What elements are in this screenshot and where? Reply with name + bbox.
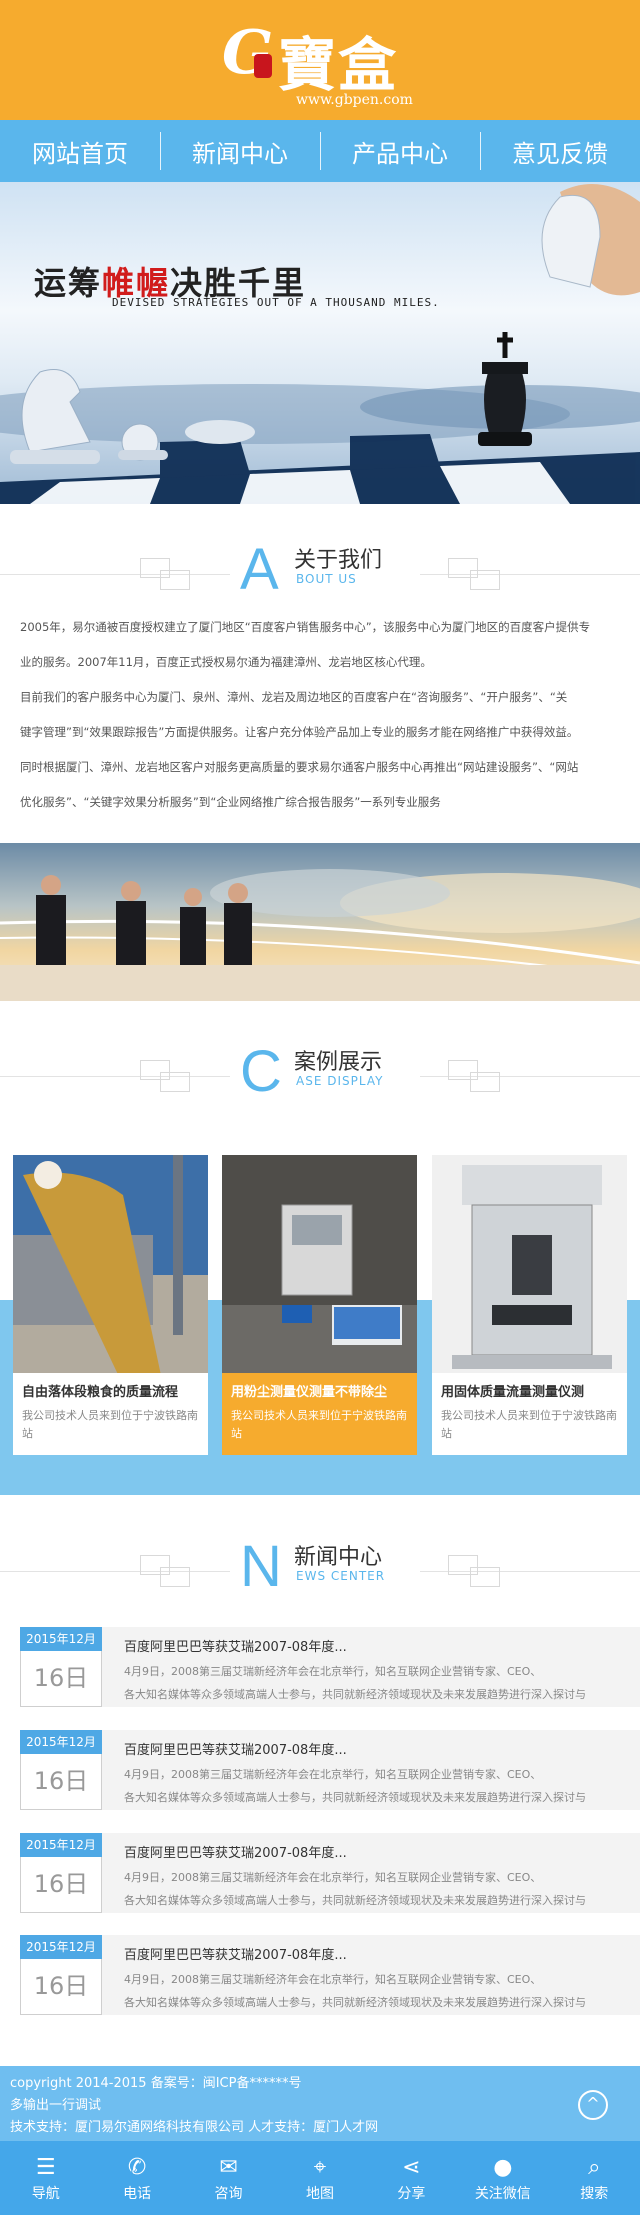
decor-square <box>470 1072 500 1092</box>
case-title: 自由落体段粮食的质量流程 <box>22 1385 179 1400</box>
team-photo <box>0 843 640 1001</box>
chat-icon: ✉ <box>219 2155 238 2180</box>
news-date: 2015年12月 16日 <box>20 1935 102 2015</box>
about-line: 同时根据厦门、漳州、龙岩地区客户对服务更高质量的要求易尔通客户服务中心再推出“网… <box>20 760 579 774</box>
case-desc: 我公司技术人员来到位于宁波铁路南站 <box>231 1409 407 1440</box>
news-item-title[interactable]: 百度阿里巴巴等获艾瑞2007-08年度... <box>124 1636 347 1655</box>
map-icon: ⌖ <box>313 2155 327 2180</box>
news-item-summary: 4月9日，2008第三届艾瑞新经济年会在北京举行，知名互联网企业营销专家、CEO… <box>124 1665 542 1678</box>
about-letter: A <box>240 537 279 602</box>
case-title: 用粉尘测量仪测量不带除尘 <box>231 1385 388 1400</box>
news-item-title[interactable]: 百度阿里巴巴等获艾瑞2007-08年度... <box>124 1944 347 1963</box>
about-line: 键字管理”到“效果跟踪报告”方面提供服务。让客户充分体验产品加上专业的服务才能在… <box>20 725 579 739</box>
decor-square <box>160 1567 190 1587</box>
news-item-summary: 4月9日，2008第三届艾瑞新经济年会在北京举行，知名互联网企业营销专家、CEO… <box>124 1973 542 1986</box>
decor-square <box>470 1567 500 1587</box>
hero-banner[interactable]: 运筹帷幄决胜千里 DEVISED STRATEGIES OUT OF A THO… <box>0 182 640 504</box>
news-date: 2015年12月 16日 <box>20 1833 102 1913</box>
about-text: 2005年，易尔通被百度授权建立了厦门地区“百度客户销售服务中心”，该服务中心为… <box>20 610 625 820</box>
news-item-summary: 各大知名媒体等众多领域高端人士参与，共同就新经济领域现状及未来发展趋势进行深入探… <box>124 1791 586 1804</box>
tab-share[interactable]: ⋖ 分享 <box>366 2141 457 2215</box>
nav-item-news[interactable]: 新闻中心 <box>160 120 320 182</box>
news-item[interactable]: 2015年12月 16日 百度阿里巴巴等获艾瑞2007-08年度... 4月9日… <box>20 1935 640 2015</box>
about-line: 业的服务。2007年11月，百度正式授权易尔通为福建漳州、龙岩地区核心代理。 <box>20 655 432 669</box>
bottom-tabbar: ☰ 导航 ✆ 电话 ✉ 咨询 ⌖ 地图 ⋖ 分享 ● 关注微信 ⌕ 搜索 <box>0 2141 640 2215</box>
wechat-icon: ● <box>493 2155 513 2180</box>
cases-heading: C 案例展示 ASE DISPLAY <box>0 1039 640 1110</box>
tab-map[interactable]: ⌖ 地图 <box>274 2141 365 2215</box>
news-item-summary: 4月9日，2008第三届艾瑞新经济年会在北京举行，知名互联网企业营销专家、CEO… <box>124 1768 542 1781</box>
cases-title: 案例展示 <box>294 1050 383 1075</box>
news-item-summary: 各大知名媒体等众多领域高端人士参与，共同就新经济领域现状及未来发展趋势进行深入探… <box>124 1996 586 2009</box>
footer-support: 技术支持：厦门易尔通网络科技有限公司 人才支持：厦门人才网 <box>10 2120 379 2135</box>
nav-item-products[interactable]: 产品中心 <box>320 120 480 182</box>
logo-text: 寶盒 <box>278 31 399 99</box>
arrow-up-icon[interactable]: ^ <box>578 2090 608 2120</box>
news-title: 新闻中心 <box>294 1545 383 1570</box>
logo-seal-icon <box>254 54 272 78</box>
nav-item-home[interactable]: 网站首页 <box>0 120 160 182</box>
site-header: G 寶盒 www.gbpen.com <box>0 0 640 120</box>
footer-debug-line: 多输出一行调试 <box>10 2098 102 2113</box>
about-title: 关于我们 <box>294 548 383 573</box>
site-footer: copyright 2014-2015 备案号：闽ICP备******号 多输出… <box>0 2066 640 2141</box>
chess-scene-image <box>0 184 640 504</box>
tab-wechat[interactable]: ● 关注微信 <box>457 2141 548 2215</box>
tab-consult[interactable]: ✉ 咨询 <box>183 2141 274 2215</box>
footer-copyright: copyright 2014-2015 备案号：闽ICP备******号 <box>10 2076 302 2091</box>
case-image <box>432 1155 627 1373</box>
about-line: 优化服务”、“关键字效果分析服务”到“企业网络推广综合报告服务”一系列专业服务 <box>20 795 441 809</box>
news-item[interactable]: 2015年12月 16日 百度阿里巴巴等获艾瑞2007-08年度... 4月9日… <box>20 1627 640 1707</box>
cases-subtitle: ASE DISPLAY <box>296 1074 384 1088</box>
search-icon: ⌕ <box>588 2155 601 2180</box>
news-item-title[interactable]: 百度阿里巴巴等获艾瑞2007-08年度... <box>124 1739 347 1758</box>
tab-phone[interactable]: ✆ 电话 <box>91 2141 182 2215</box>
news-item-summary: 各大知名媒体等众多领域高端人士参与，共同就新经济领域现状及未来发展趋势进行深入探… <box>124 1894 586 1907</box>
decor-square <box>160 1072 190 1092</box>
about-subtitle: BOUT US <box>296 572 357 586</box>
case-card[interactable]: 用粉尘测量仪测量不带除尘 我公司技术人员来到位于宁波铁路南站 <box>222 1155 417 1455</box>
tab-search[interactable]: ⌕ 搜索 <box>549 2141 640 2215</box>
news-date: 2015年12月 16日 <box>20 1730 102 1810</box>
team-photo-image <box>0 869 640 1001</box>
phone-icon: ✆ <box>127 2155 147 2180</box>
about-line: 2005年，易尔通被百度授权建立了厦门地区“百度客户销售服务中心”，该服务中心为… <box>20 620 591 634</box>
news-item[interactable]: 2015年12月 16日 百度阿里巴巴等获艾瑞2007-08年度... 4月9日… <box>20 1730 640 1810</box>
cases-letter: C <box>240 1039 282 1104</box>
banner-subtitle: DEVISED STRATEGIES OUT OF A THOUSAND MIL… <box>112 296 440 309</box>
news-item-summary: 4月9日，2008第三届艾瑞新经济年会在北京举行，知名互联网企业营销专家、CEO… <box>124 1871 542 1884</box>
case-image <box>13 1155 208 1373</box>
main-nav: 网站首页 新闻中心 产品中心 意见反馈 <box>0 120 640 182</box>
case-desc: 我公司技术人员来到位于宁波铁路南站 <box>22 1409 198 1440</box>
case-desc: 我公司技术人员来到位于宁波铁路南站 <box>441 1409 617 1440</box>
news-subtitle: EWS CENTER <box>296 1569 386 1583</box>
case-image <box>222 1155 417 1373</box>
news-item[interactable]: 2015年12月 16日 百度阿里巴巴等获艾瑞2007-08年度... 4月9日… <box>20 1833 640 1913</box>
decor-square <box>160 570 190 590</box>
menu-icon: ☰ <box>35 2155 56 2180</box>
case-card[interactable]: 用固体质量流量测量仪测 我公司技术人员来到位于宁波铁路南站 <box>432 1155 627 1455</box>
about-heading: A 关于我们 BOUT US <box>0 537 640 608</box>
site-logo[interactable]: G 寶盒 www.gbpen.com <box>222 14 422 114</box>
news-item-summary: 各大知名媒体等众多领域高端人士参与，共同就新经济领域现状及未来发展趋势进行深入探… <box>124 1688 586 1701</box>
case-title: 用固体质量流量测量仪测 <box>441 1385 585 1400</box>
logo-url: www.gbpen.com <box>296 92 413 108</box>
case-card[interactable]: 自由落体段粮食的质量流程 我公司技术人员来到位于宁波铁路南站 <box>13 1155 208 1455</box>
news-letter: N <box>240 1534 282 1599</box>
share-icon: ⋖ <box>402 2155 421 2180</box>
about-line: 目前我们的客户服务中心为厦门、泉州、漳州、龙岩及周边地区的百度客户在“咨询服务”… <box>20 690 568 704</box>
news-date: 2015年12月 16日 <box>20 1627 102 1707</box>
news-heading: N 新闻中心 EWS CENTER <box>0 1534 640 1605</box>
news-item-title[interactable]: 百度阿里巴巴等获艾瑞2007-08年度... <box>124 1842 347 1861</box>
tab-nav[interactable]: ☰ 导航 <box>0 2141 91 2215</box>
nav-item-feedback[interactable]: 意见反馈 <box>480 120 640 182</box>
decor-square <box>470 570 500 590</box>
